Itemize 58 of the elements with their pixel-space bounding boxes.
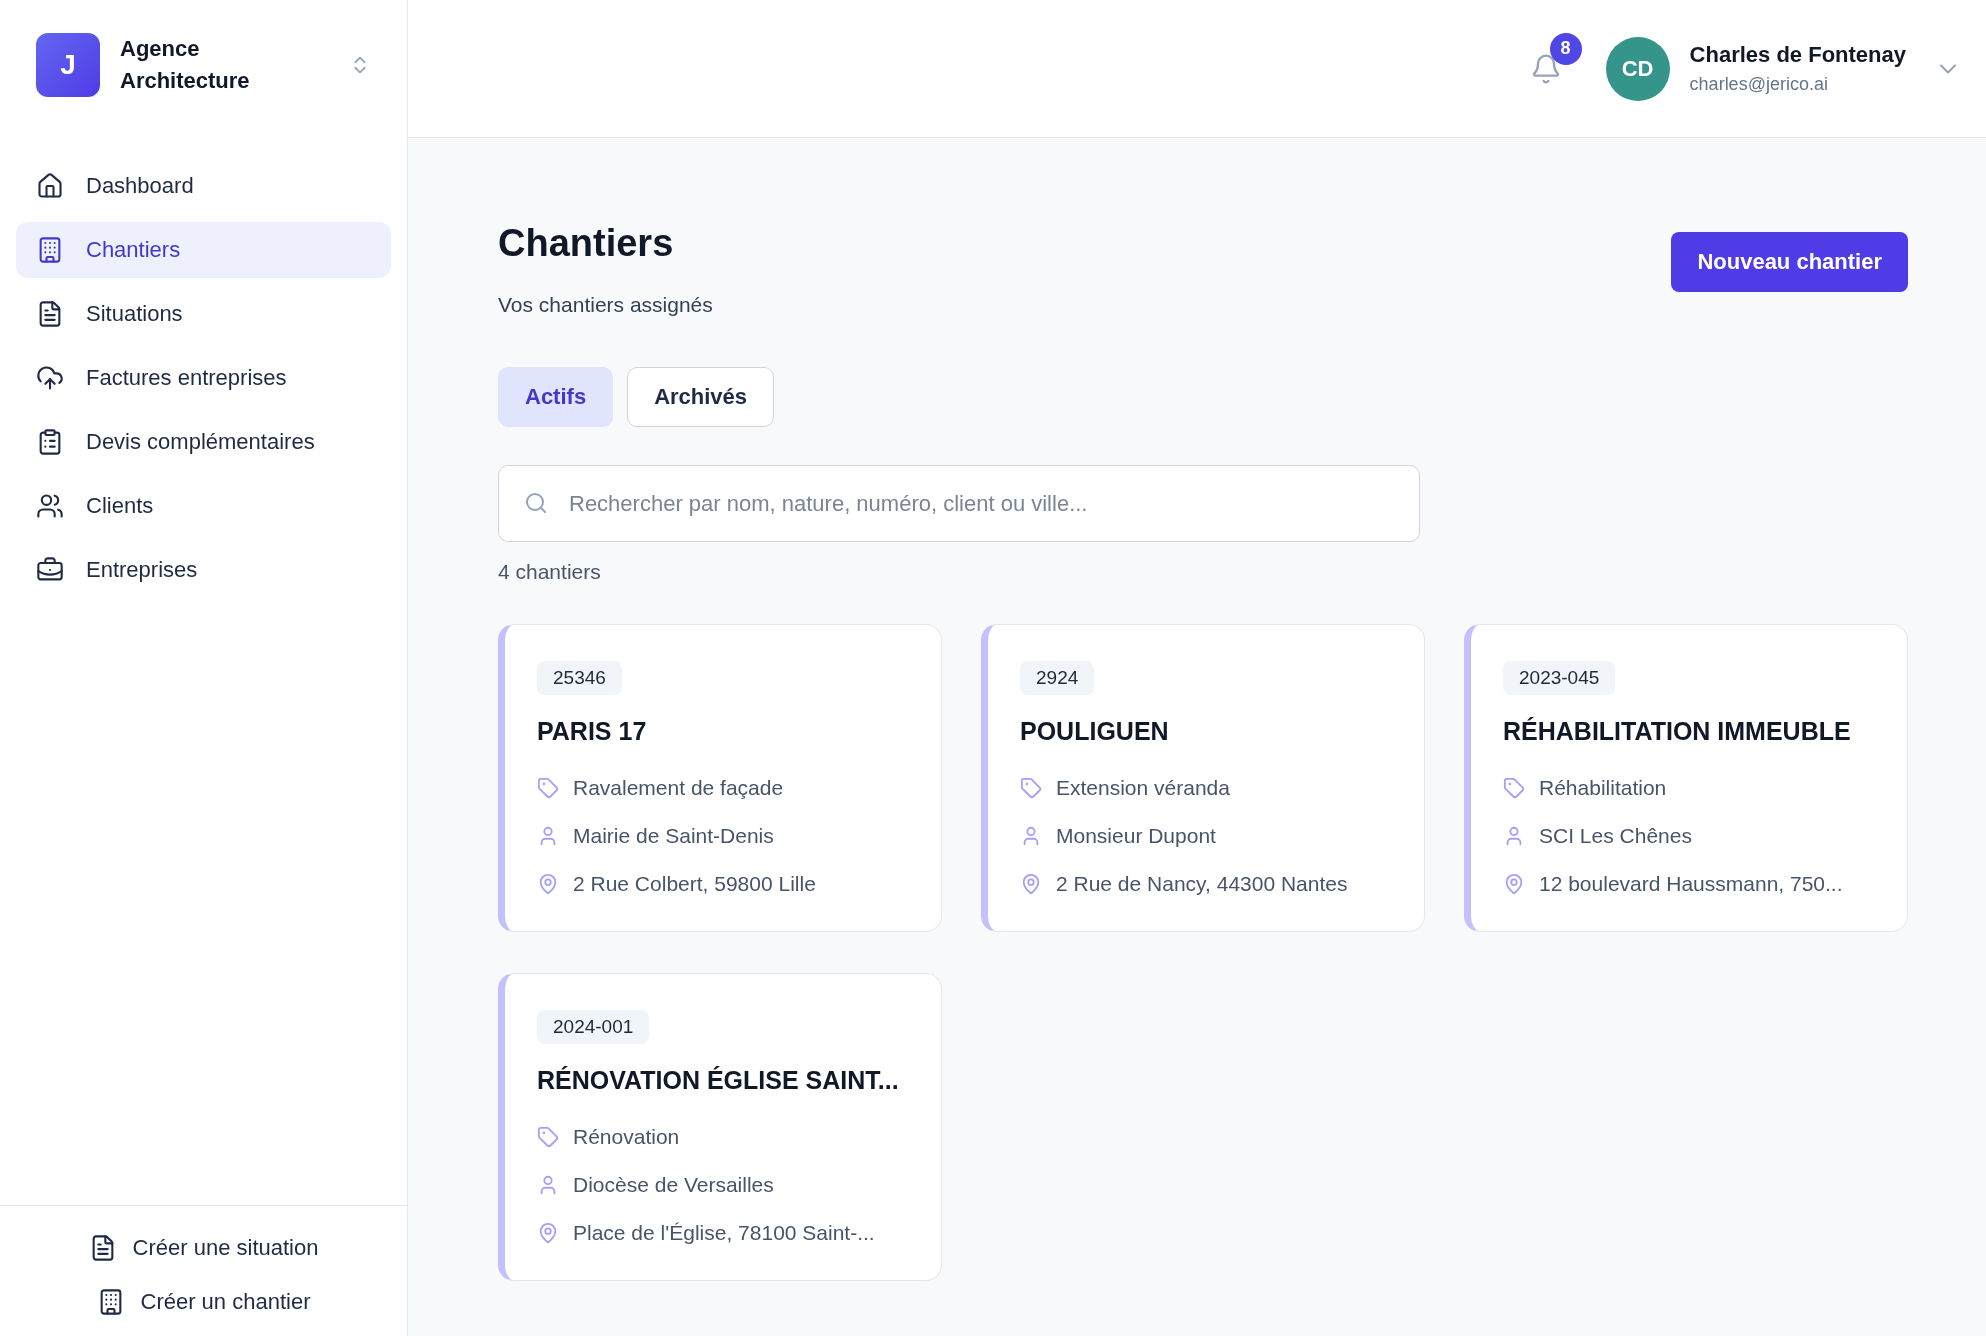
- site-nature: Rénovation: [573, 1125, 680, 1149]
- site-address: Place de l'Église, 78100 Saint-...: [573, 1221, 875, 1245]
- cloud-upload-icon: [36, 364, 64, 392]
- new-site-button[interactable]: Nouveau chantier: [1671, 232, 1908, 292]
- site-client: Monsieur Dupont: [1056, 824, 1216, 848]
- filter-tab[interactable]: Actifs: [498, 367, 614, 427]
- page-title: Chantiers: [498, 222, 675, 265]
- site-title: RÉNOVATION ÉGLISE SAINT...: [537, 1066, 900, 1095]
- site-client: Diocèse de Versailles: [573, 1173, 774, 1197]
- sidebar-action[interactable]: Créer un chantier: [96, 1288, 311, 1316]
- map-pin-icon: [1020, 873, 1042, 895]
- house-icon: [36, 172, 64, 200]
- map-pin-icon: [537, 1222, 559, 1244]
- sidebar-item[interactable]: Devis complémentaires: [16, 414, 391, 470]
- people-icon: [36, 492, 64, 520]
- site-address: 2 Rue de Nancy, 44300 Nantes: [1056, 872, 1348, 896]
- filter-tab[interactable]: Archivés: [627, 367, 775, 427]
- map-pin-icon: [537, 873, 559, 895]
- site-client: Mairie de Saint-Denis: [573, 824, 774, 848]
- map-pin-icon: [1503, 873, 1525, 895]
- workspace-logo: J: [36, 33, 100, 97]
- site-card[interactable]: 25346 PARIS 17 Ravalement de façade Mairie de Saint-Denis 2 Rue Colbert, 59800 Lille: [498, 624, 942, 932]
- search-field[interactable]: Rechercher par nom, nature, numéro, client ou ville...: [498, 465, 1420, 542]
- site-number: 2924: [1020, 661, 1095, 695]
- search-icon: [524, 491, 548, 515]
- page-subtitle: Vos chantiers assignés: [498, 293, 713, 317]
- workspace-name[interactable]: Agence Architecture: [120, 33, 329, 97]
- site-nature: Réhabilitation: [1539, 776, 1667, 800]
- site-title: RÉHABILITATION IMMEUBLE: [1503, 717, 1852, 746]
- sidebar-action[interactable]: Créer une situation: [88, 1234, 319, 1262]
- site-client: SCI Les Chênes: [1539, 824, 1692, 848]
- sidebar-item[interactable]: Factures entreprises: [16, 350, 391, 406]
- tag-icon: [537, 777, 559, 799]
- results-count: 4 chantiers: [498, 560, 602, 584]
- site-nature: Extension véranda: [1056, 776, 1230, 800]
- site-number: 2023-045: [1503, 661, 1616, 695]
- site-number: 2024-001: [537, 1010, 650, 1044]
- sidebar-item[interactable]: Entreprises: [16, 542, 391, 598]
- site-number: 25346: [537, 661, 622, 695]
- notification-count: 8: [1549, 32, 1582, 65]
- site-nature: Ravalement de façade: [573, 776, 784, 800]
- tag-icon: [1020, 777, 1042, 799]
- site-card[interactable]: 2023-045 RÉHABILITATION IMMEUBLE Réhabilitation SCI Les Chênes 12 boulevard Haussmann, 750...: [1464, 624, 1908, 932]
- tag-icon: [1503, 777, 1525, 799]
- user-email: charles@jerico.ai: [1689, 74, 1829, 95]
- sidebar-item[interactable]: Dashboard: [16, 158, 391, 214]
- site-title: POULIGUEN: [1020, 717, 1170, 746]
- site-address: 2 Rue Colbert, 59800 Lille: [573, 872, 816, 896]
- sidebar-item[interactable]: Situations: [16, 286, 391, 342]
- user-name: Charles de Fontenay: [1689, 42, 1906, 68]
- sidebar-item[interactable]: Clients: [16, 478, 391, 534]
- site-card[interactable]: 2924 POULIGUEN Extension véranda Monsieur Dupont 2 Rue de Nancy, 44300 Nantes: [981, 624, 1425, 932]
- site-address: 12 boulevard Haussmann, 750...: [1539, 872, 1843, 896]
- tag-icon: [537, 1126, 559, 1148]
- sidebar-item[interactable]: Chantiers: [16, 222, 391, 278]
- site-title: PARIS 17: [537, 717, 648, 746]
- site-card[interactable]: 2024-001 RÉNOVATION ÉGLISE SAINT... Rénovation Diocèse de Versailles Place de l'Église, 78100 Saint-...: [498, 973, 942, 1281]
- user-avatar: CD: [1605, 36, 1670, 101]
